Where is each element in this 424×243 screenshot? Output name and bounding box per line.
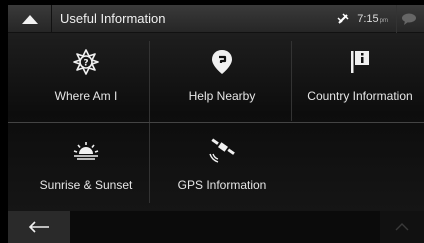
svg-text:?: ? — [83, 59, 88, 69]
sunrise-icon — [73, 142, 99, 160]
tile-label: Help Nearby — [188, 89, 256, 103]
tile-help-nearby[interactable]: Help Nearby — [152, 33, 292, 122]
back-button[interactable] — [8, 211, 70, 243]
tile-label: Sunrise & Sunset — [39, 178, 133, 192]
arrow-left-icon — [28, 221, 49, 233]
clock: 7:15pm — [357, 13, 388, 25]
clock-time: 7:15 — [357, 13, 379, 25]
title-bar: Useful Information 7:15pm — [8, 5, 424, 33]
tile-sunrise-sunset[interactable]: Sunrise & Sunset — [16, 122, 156, 211]
chevron-up-icon — [395, 223, 409, 231]
satellite-icon — [209, 138, 235, 163]
compass-question-icon: ? — [73, 49, 99, 75]
help-pin-icon — [212, 50, 232, 74]
satellite-icon — [337, 13, 349, 24]
chevron-up-icon — [21, 15, 38, 24]
tile-country-information[interactable]: Country Information — [290, 33, 424, 122]
tile-gps-information[interactable]: GPS Information — [152, 122, 292, 211]
tile-grid: ? Where Am I Help Nearby Country Informa… — [8, 33, 424, 211]
divider — [8, 122, 424, 123]
page-title: Useful Information — [60, 11, 166, 26]
bottom-bar — [8, 211, 424, 243]
info-flag-icon — [351, 51, 369, 73]
useful-information-screen: Useful Information 7:15pm ? Where Am I H… — [0, 0, 424, 243]
message-bubble-icon — [401, 13, 416, 25]
divider — [291, 41, 292, 121]
tile-label: Country Information — [307, 89, 413, 103]
clock-ampm: pm — [379, 18, 388, 24]
scroll-up-button[interactable] — [380, 211, 424, 243]
messages-button[interactable] — [396, 5, 420, 33]
tile-label: Where Am I — [54, 89, 118, 103]
menu-up-button[interactable] — [8, 5, 52, 33]
status-area: 7:15pm — [337, 5, 420, 33]
tile-label: GPS Information — [177, 178, 267, 192]
tile-where-am-i[interactable]: ? Where Am I — [16, 33, 156, 122]
